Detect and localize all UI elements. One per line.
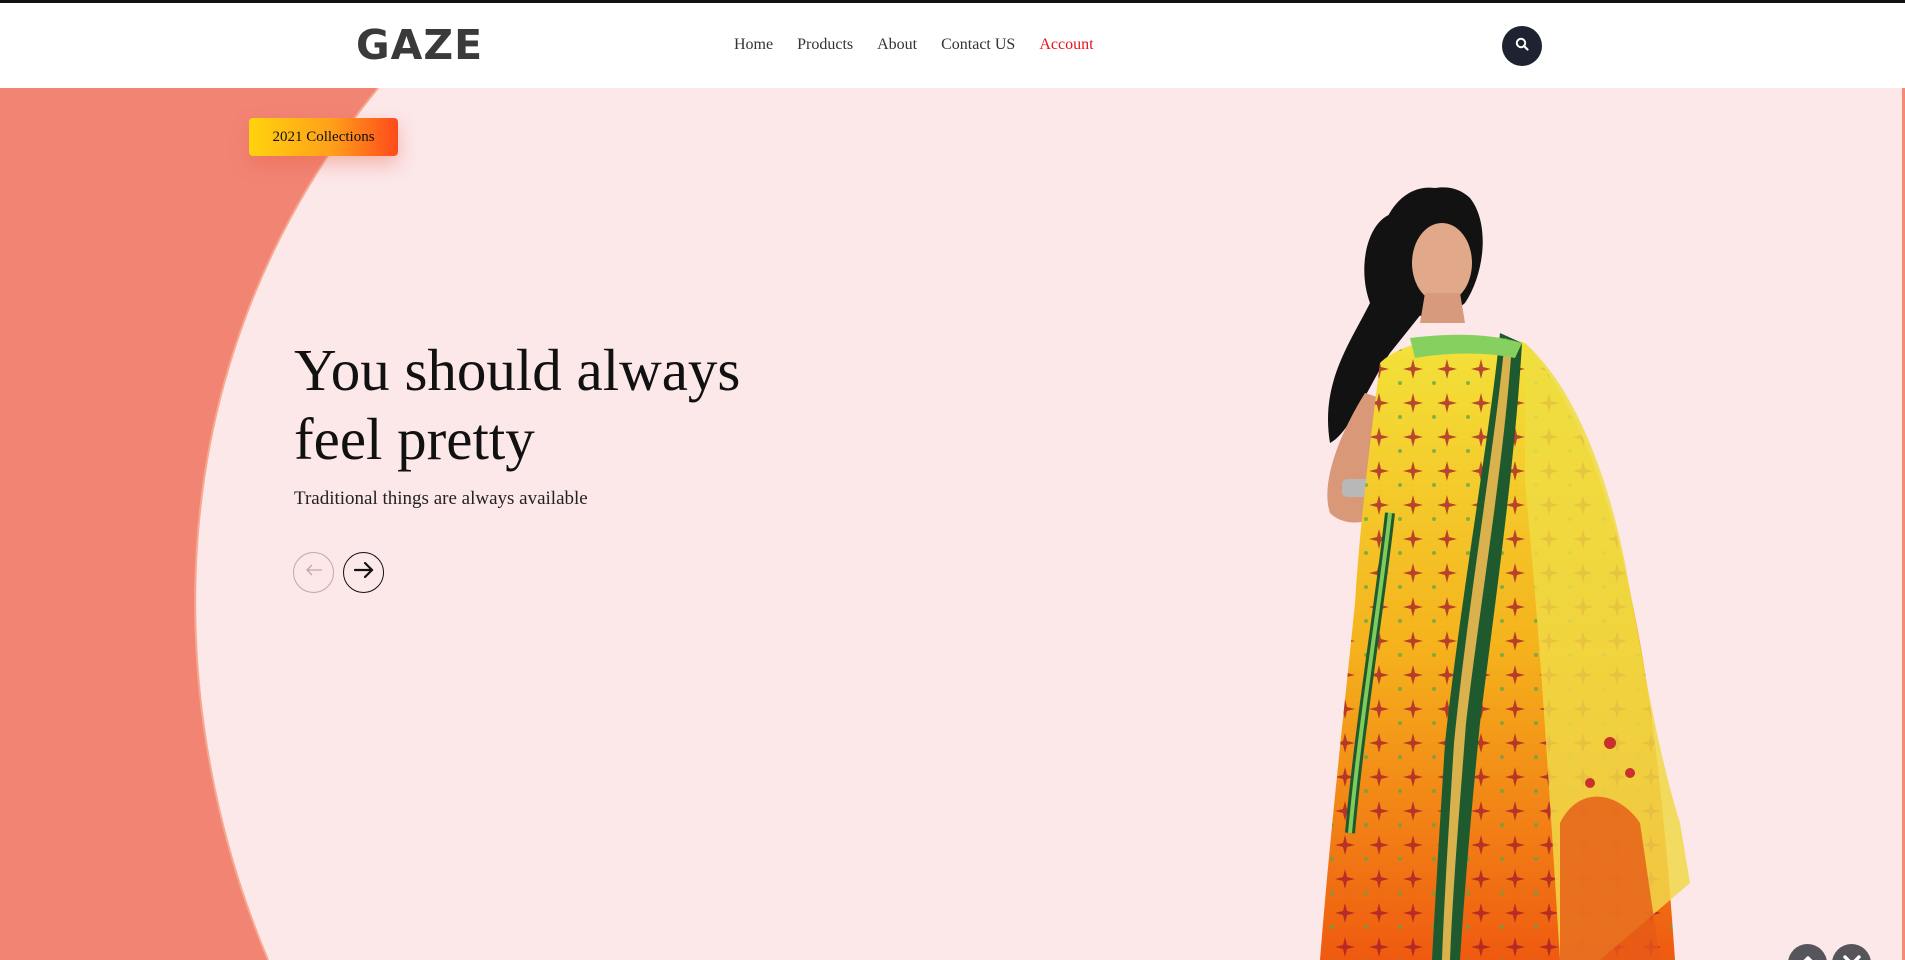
nav-products[interactable]: Products [797, 36, 853, 54]
hero-accent-shape [0, 88, 379, 960]
hero-section: 2021 Collections You should always feel … [0, 88, 1905, 960]
chevron-up-icon [1798, 954, 1818, 960]
headline-line-1: You should always [294, 337, 741, 403]
nav-home[interactable]: Home [734, 36, 773, 54]
next-slide-button[interactable] [343, 552, 384, 593]
headline-line-2: feel pretty [294, 406, 535, 472]
search-icon [1515, 37, 1529, 56]
arrow-right-icon [353, 561, 375, 584]
nav-contact[interactable]: Contact US [941, 36, 1015, 54]
navbar: GAZE Home Products About Contact US Acco… [0, 3, 1905, 88]
search-button[interactable] [1502, 26, 1542, 66]
hero-subline: Traditional things are always available [294, 488, 588, 509]
scroll-up-button[interactable] [1788, 944, 1827, 960]
hero-headline: You should always feel pretty [294, 336, 854, 474]
hero-model-image [1320, 187, 1690, 960]
collections-badge[interactable]: 2021 Collections [249, 118, 398, 156]
chevron-down-icon [1842, 954, 1862, 960]
nav-account[interactable]: Account [1039, 36, 1093, 54]
main-menu: Home Products About Contact US Account [734, 36, 1118, 54]
prev-slide-button[interactable] [293, 552, 334, 593]
brand-logo[interactable]: GAZE [356, 21, 483, 69]
arrow-left-icon [304, 563, 324, 582]
nav-about[interactable]: About [877, 36, 917, 54]
scroll-down-button[interactable] [1832, 944, 1871, 960]
